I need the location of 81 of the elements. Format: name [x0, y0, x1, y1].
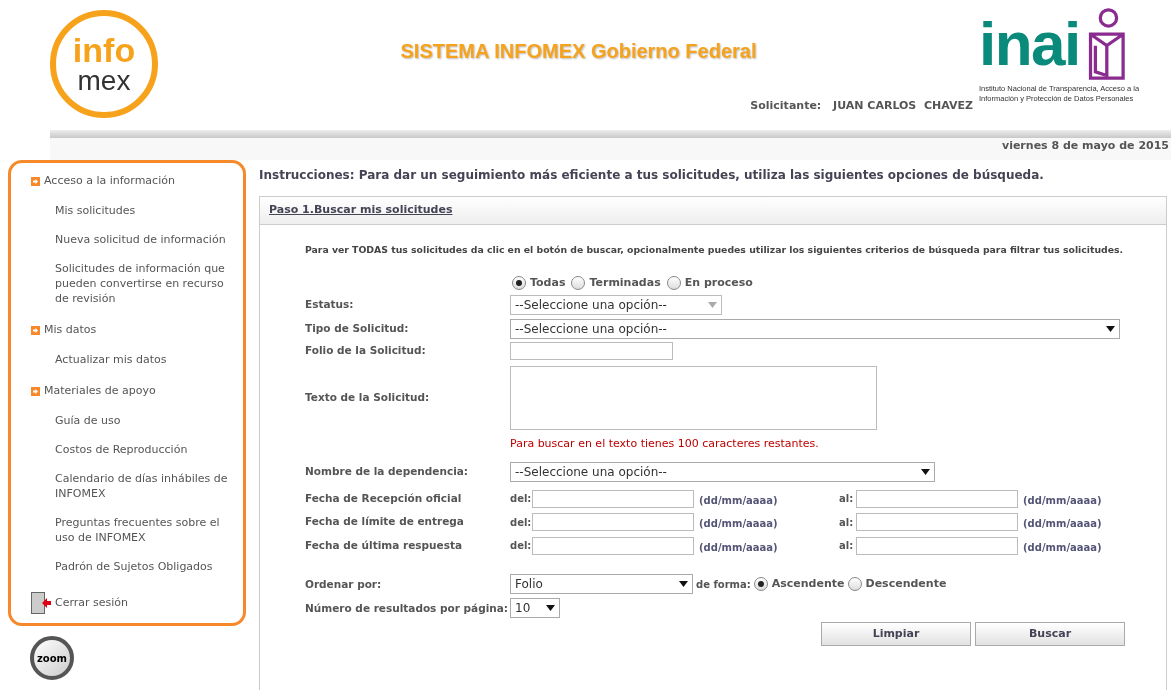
menu-item[interactable]: Padrón de Sujetos Obligados — [55, 559, 237, 574]
caret-icon — [708, 301, 717, 308]
field-label: Tipo de Solicitud: — [305, 321, 410, 337]
menu-item[interactable]: Nueva solicitud de información — [55, 232, 237, 247]
date-format-hint: (dd/mm/aaaa) — [698, 517, 779, 532]
field-label: del: — [510, 492, 532, 507]
logout-link[interactable]: Cerrar sesión — [55, 594, 129, 612]
radio-button[interactable] — [666, 275, 681, 290]
input-field[interactable] — [532, 513, 694, 532]
input-field[interactable] — [532, 536, 694, 555]
menu-item[interactable]: Calendario de días inhábiles de INFOMEX — [55, 471, 237, 501]
field-label: del: — [510, 515, 532, 530]
date-format-hint: (dd/mm/aaaa) — [698, 493, 779, 508]
menu-item[interactable]: Preguntas frecuentes sobre el uso de INFOMEX — [55, 515, 237, 545]
date-format-hint: (dd/mm/aaaa) — [1022, 493, 1102, 508]
input-field[interactable] — [856, 536, 1018, 555]
radio-button[interactable] — [571, 275, 586, 290]
menu-item[interactable]: Costos de Reproducción — [55, 442, 237, 457]
menu-heading[interactable]: Acceso a la información — [44, 172, 175, 190]
caret-icon — [921, 468, 930, 475]
field-label: Fecha de Recepción oficial — [305, 490, 463, 506]
arrow-icon — [31, 386, 40, 396]
system-title: SISTEMA INFOMEX Gobierno Federal — [400, 39, 757, 62]
field-label: Fecha de límite de entrega — [305, 514, 465, 530]
panel-title[interactable]: Paso 1.Buscar mis solicitudes — [269, 202, 453, 219]
field-label: Ordenar por: — [305, 576, 383, 592]
radio-label: Terminadas — [589, 274, 661, 291]
logo-text: info — [72, 33, 136, 67]
date-format-hint: (dd/mm/aaaa) — [698, 540, 779, 555]
input-field[interactable] — [856, 489, 1018, 508]
input-field[interactable] — [856, 513, 1018, 532]
field-label: Texto de la Solicitud: — [305, 390, 431, 406]
intro-text: Para ver TODAS tus solicitudes da clic en el botón de buscar, opcionalmente puedes utilizar los siguientes criterios de búsqueda para filtrar tus solicitudes. — [305, 243, 1125, 257]
field-label: Estatus: — [305, 297, 355, 313]
field-label: al: — [839, 515, 855, 530]
dropdown[interactable]: Folio — [510, 574, 693, 595]
menu-item[interactable]: Mis solicitudes — [55, 203, 237, 218]
radio-label: En proceso — [684, 274, 753, 291]
field-label: de forma: — [696, 577, 751, 592]
input-field[interactable] — [510, 341, 673, 360]
action-button[interactable]: Buscar — [975, 622, 1125, 647]
hint-text: Para buscar en el texto tienes 100 caracteres restantes. — [510, 435, 819, 452]
caret-icon — [1106, 325, 1115, 332]
dropdown[interactable]: --Seleccione una opción-- — [510, 461, 935, 482]
dropdown[interactable]: --Seleccione una opción-- — [510, 318, 1120, 339]
radio-button[interactable] — [512, 275, 526, 290]
menu-item[interactable]: Solicitudes de información que pueden convertirse en recurso de revisión — [55, 261, 237, 306]
text-area[interactable] — [510, 365, 877, 430]
field-label: al: — [839, 492, 855, 507]
arrow-icon — [31, 176, 40, 186]
logout-icon — [31, 592, 51, 614]
field-label: del: — [510, 539, 532, 554]
logo-text: mex — [77, 67, 131, 95]
applicant-name: JUAN CARLOS CHAVEZ — [831, 97, 973, 114]
applicant-label: Solicitante: — [750, 97, 822, 114]
radio-button[interactable] — [753, 577, 768, 592]
zoom-button[interactable]: zoom — [30, 636, 74, 680]
menu-item[interactable]: Actualizar mis datos — [55, 352, 237, 367]
current-date: viernes 8 de mayo de 2015 — [1001, 138, 1169, 154]
menu-heading[interactable]: Mis datos — [44, 321, 97, 339]
field-label: Fecha de última respuesta — [305, 537, 463, 553]
caret-icon — [546, 605, 555, 612]
caret-icon — [679, 581, 688, 588]
menu-item[interactable]: Guía de uso — [55, 413, 237, 428]
field-label: Nombre de la dependencia: — [305, 464, 470, 480]
field-label: Número de resultados por página: — [305, 600, 510, 616]
radio-button[interactable] — [847, 577, 862, 592]
arrow-icon — [31, 325, 40, 335]
date-format-hint: (dd/mm/aaaa) — [1022, 540, 1102, 555]
radio-label: Ascendente — [771, 576, 845, 593]
menu-heading[interactable]: Materiales de apoyo — [44, 382, 156, 400]
instructions-text: Instrucciones: Para dar un seguimiento más eficiente a tus solicitudes, utiliza las siguientes opciones de búsqueda. — [259, 167, 1045, 184]
action-button[interactable]: Limpiar — [821, 622, 971, 647]
input-field[interactable] — [532, 489, 694, 508]
inai-logo: inai — [979, 11, 1080, 77]
field-label: Folio de la Solicitud: — [305, 343, 427, 359]
date-format-hint: (dd/mm/aaaa) — [1022, 517, 1102, 532]
dropdown[interactable]: 10 — [510, 598, 560, 619]
radio-label: Descendente — [865, 576, 947, 593]
field-label: al: — [839, 539, 855, 554]
radio-label: Todas — [530, 274, 566, 291]
